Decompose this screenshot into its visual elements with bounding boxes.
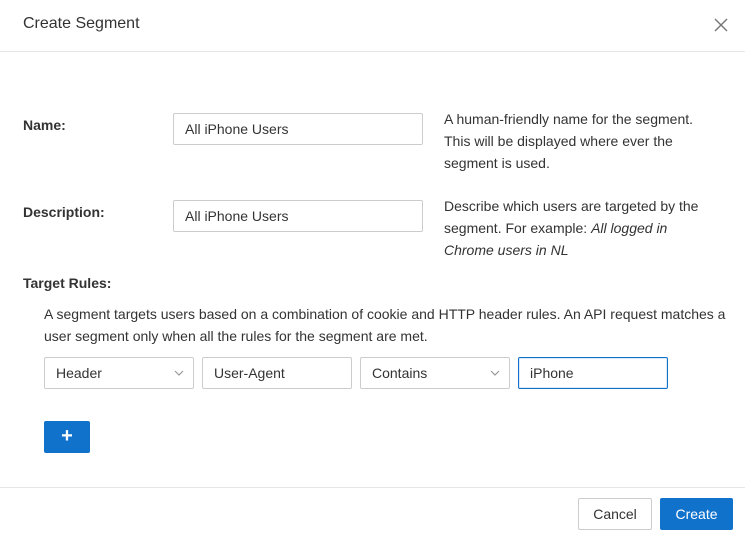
cancel-button[interactable]: Cancel bbox=[578, 498, 652, 530]
name-help-text: A human-friendly name for the segment. T… bbox=[444, 111, 694, 171]
rule-operator-value: Contains bbox=[372, 365, 428, 381]
rule-value-input[interactable] bbox=[518, 357, 668, 389]
add-rule-button[interactable]: + bbox=[44, 421, 90, 453]
header-name-input[interactable] bbox=[202, 357, 352, 389]
rule-operator-select[interactable]: Contains bbox=[360, 357, 510, 389]
description-input[interactable] bbox=[173, 200, 423, 232]
rule-type-select[interactable]: Header bbox=[44, 357, 194, 389]
name-input[interactable] bbox=[173, 113, 423, 145]
close-button[interactable] bbox=[709, 13, 733, 37]
create-button[interactable]: Create bbox=[660, 498, 733, 530]
target-rules-intro: A segment targets users based on a combi… bbox=[44, 306, 726, 344]
dialog-header: Create Segment bbox=[0, 0, 745, 52]
description-label: Description: bbox=[23, 204, 105, 220]
description-help-text: Describe which users are targeted by the… bbox=[444, 195, 704, 261]
chevron-down-icon bbox=[490, 370, 500, 376]
chevron-down-icon bbox=[174, 370, 184, 376]
dialog-title: Create Segment bbox=[23, 15, 140, 32]
rule-type-value: Header bbox=[56, 365, 102, 381]
close-icon bbox=[714, 18, 728, 32]
target-rules-label: Target Rules: bbox=[23, 275, 112, 291]
name-label: Name: bbox=[23, 117, 66, 133]
